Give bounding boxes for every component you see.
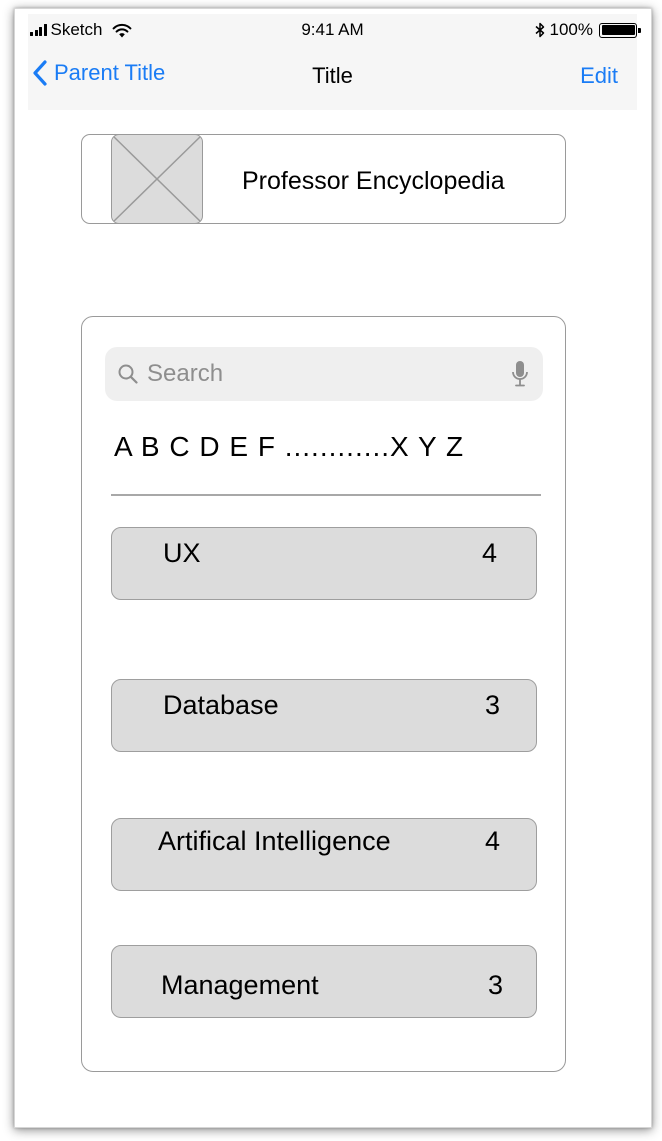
bluetooth-icon: [535, 22, 544, 38]
navigation-area: Sketch 9:41 AM 100% Parent Title Title E…: [28, 14, 641, 110]
search-input[interactable]: [147, 347, 497, 401]
back-button[interactable]: Parent Title: [32, 60, 165, 86]
category-count: 3: [485, 690, 501, 720]
battery-percent: 100%: [549, 20, 593, 39]
image-placeholder-icon: [112, 135, 202, 223]
category-label: Management: [161, 970, 319, 1000]
category-count: 4: [482, 538, 498, 568]
category-label: UX: [163, 538, 201, 568]
image-placeholder: [111, 134, 203, 224]
header-title: Professor Encyclopedia: [242, 167, 505, 195]
battery-icon: [599, 22, 641, 38]
category-count: 3: [488, 970, 504, 1000]
search-bar: [105, 347, 543, 401]
alphabet-index[interactable]: A B C D E F ............X Y Z: [114, 431, 464, 463]
category-panel: A B C D E F ............X Y Z UX 4 Datab…: [81, 316, 566, 1072]
status-right: 100%: [534, 20, 641, 40]
search-icon: [118, 364, 138, 384]
category-database[interactable]: Database 3: [111, 679, 537, 752]
header-card: Professor Encyclopedia: [81, 134, 566, 224]
edit-button[interactable]: Edit: [580, 63, 618, 89]
category-label: Artifical Intelligence: [158, 826, 391, 856]
divider: [111, 494, 541, 496]
category-count: 4: [485, 826, 501, 856]
category-artificial-intelligence[interactable]: Artifical Intelligence 4: [111, 818, 537, 891]
status-bar: Sketch 9:41 AM 100%: [28, 14, 641, 48]
back-label: Parent Title: [54, 60, 166, 85]
microphone-icon[interactable]: [511, 360, 529, 388]
category-management[interactable]: Management 3: [111, 945, 537, 1018]
category-ux[interactable]: UX 4: [111, 527, 537, 600]
category-label: Database: [163, 690, 279, 720]
chevron-left-icon: [33, 60, 47, 86]
